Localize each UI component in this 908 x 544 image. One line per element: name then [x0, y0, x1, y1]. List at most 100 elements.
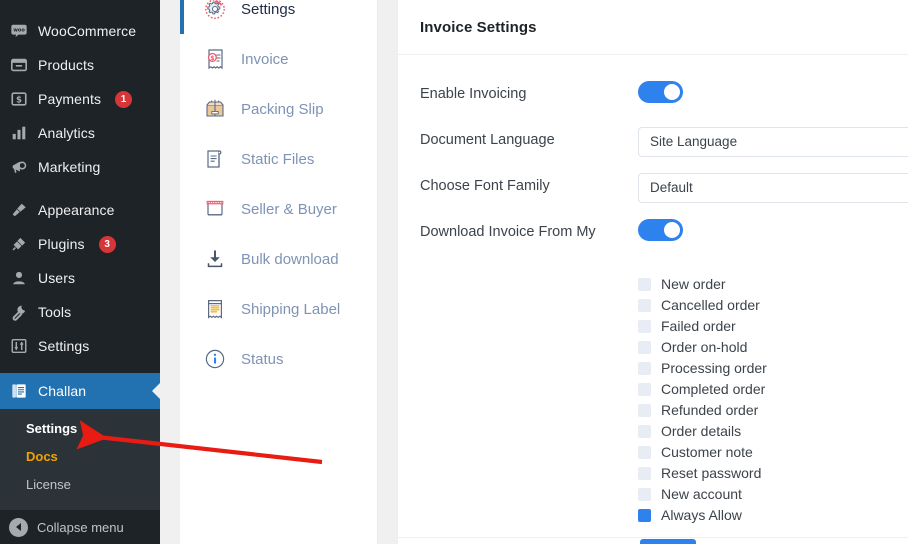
checkbox-label: Failed order: [661, 318, 736, 334]
tab-shipping-label[interactable]: Shipping Label: [180, 284, 377, 334]
checkbox-row[interactable]: Order details: [638, 421, 908, 442]
save-changes-button[interactable]: [640, 539, 696, 544]
sidebar-item-tools[interactable]: Tools: [0, 295, 160, 329]
tab-label: Shipping Label: [241, 300, 341, 318]
checkbox-row[interactable]: New account: [638, 484, 908, 505]
checkbox-label: Order details: [661, 423, 742, 439]
checkbox-label: Reset password: [661, 465, 762, 481]
sidebar-item-users[interactable]: Users: [0, 261, 160, 295]
plugins-icon: [9, 234, 29, 254]
sidebar-item-woocommerce[interactable]: woo WooCommerce: [0, 14, 160, 48]
sidebar-badge-plugins: 3: [98, 235, 116, 253]
checkbox-row[interactable]: Customer note: [638, 442, 908, 463]
field-control: [638, 81, 908, 103]
tab-packing-slip[interactable]: Packing Slip: [180, 84, 377, 134]
sidebar-item-label: Marketing: [38, 159, 101, 175]
checkbox-cancelled-order[interactable]: [638, 299, 651, 312]
tab-bulk-download[interactable]: Bulk download: [180, 234, 377, 284]
sidebar-item-label: Analytics: [38, 125, 95, 141]
tools-icon: [9, 302, 29, 322]
field-control: [638, 219, 908, 241]
checkbox-row[interactable]: Always Allow: [638, 505, 908, 526]
submenu-item-settings[interactable]: Settings: [0, 415, 160, 443]
tab-seller-buyer[interactable]: Seller & Buyer: [180, 184, 377, 234]
checkbox-row[interactable]: Order on-hold: [638, 337, 908, 358]
packing-slip-icon: [202, 96, 228, 122]
checkbox-order-on-hold[interactable]: [638, 341, 651, 354]
checkbox-completed-order[interactable]: [638, 383, 651, 396]
checkbox-reset-password[interactable]: [638, 467, 651, 480]
card-body: Enable Invoicing Document Language Site …: [398, 55, 908, 526]
checkbox-customer-note[interactable]: [638, 446, 651, 459]
enable-invoicing-toggle[interactable]: [638, 81, 683, 103]
field-label: Download Invoice From My: [420, 224, 596, 240]
status-info-icon: [202, 346, 228, 372]
field-document-language: Document Language Site Language: [420, 127, 908, 173]
page-title: Invoice Settings: [420, 18, 537, 36]
tab-settings[interactable]: Settings: [180, 0, 377, 34]
field-label: Choose Font Family: [420, 178, 550, 194]
users-icon: [9, 268, 29, 288]
sidebar-item-challan[interactable]: Challan: [0, 373, 160, 409]
sidebar-item-plugins[interactable]: Plugins 3: [0, 227, 160, 261]
svg-text:$: $: [210, 55, 214, 62]
tab-static-files[interactable]: Static Files: [180, 134, 377, 184]
tab-label: Status: [241, 350, 284, 368]
sidebar-item-payments[interactable]: $ Payments 1: [0, 82, 160, 116]
checkbox-row[interactable]: Completed order: [638, 379, 908, 400]
collapse-menu-button[interactable]: Collapse menu: [0, 509, 160, 544]
checkbox-label: New order: [661, 276, 726, 292]
submenu-item-docs[interactable]: Docs: [0, 443, 160, 471]
checkbox-order-details[interactable]: [638, 425, 651, 438]
marketing-icon: [9, 157, 29, 177]
sidebar-item-settings[interactable]: Settings: [0, 329, 160, 363]
field-font-family: Choose Font Family Default: [420, 173, 908, 219]
checkbox-row[interactable]: Processing order: [638, 358, 908, 379]
sidebar-item-marketing[interactable]: Marketing: [0, 150, 160, 184]
collapse-menu-label: Collapse menu: [37, 519, 124, 535]
field-label: Document Language: [420, 132, 555, 148]
shipping-label-icon: [202, 296, 228, 322]
tab-label: Invoice: [241, 50, 289, 68]
tab-label: Settings: [241, 0, 296, 18]
checkbox-list: New order Cancelled order Failed order O…: [638, 274, 908, 526]
static-files-icon: [202, 146, 228, 172]
checkbox-row[interactable]: Failed order: [638, 316, 908, 337]
checkbox-failed-order[interactable]: [638, 320, 651, 333]
checkbox-always-allow[interactable]: [638, 509, 651, 522]
download-invoice-toggle[interactable]: [638, 219, 683, 241]
sidebar-badge-payments: 1: [115, 90, 133, 108]
invoice-settings-card: Invoice Settings Enable Invoicing Docume…: [397, 0, 908, 544]
sidebar-item-products[interactable]: Products: [0, 48, 160, 82]
checkbox-processing-order[interactable]: [638, 362, 651, 375]
sidebar-item-analytics[interactable]: Analytics: [0, 116, 160, 150]
bulk-download-icon: [202, 246, 228, 272]
submenu-item-license[interactable]: License: [0, 471, 160, 499]
font-family-input[interactable]: Default: [638, 173, 908, 203]
checkbox-group-spacer: [420, 259, 638, 262]
sidebar-item-appearance[interactable]: Appearance: [0, 193, 160, 227]
tab-label: Packing Slip: [241, 100, 324, 118]
sidebar-item-label: Tools: [38, 304, 72, 320]
sidebar-item-label: WooCommerce: [38, 23, 137, 39]
checkbox-row[interactable]: Cancelled order: [638, 295, 908, 316]
document-language-input[interactable]: Site Language: [638, 127, 908, 157]
field-control: Site Language: [638, 127, 908, 157]
checkbox-refunded-order[interactable]: [638, 404, 651, 417]
screen-root: woo WooCommerce Products $ Payments 1 An…: [0, 0, 908, 544]
checkbox-row[interactable]: Reset password: [638, 463, 908, 484]
sidebar-item-label: Products: [38, 57, 95, 73]
sidebar-item-label: Plugins: [38, 236, 85, 252]
checkbox-label: Order on-hold: [661, 339, 748, 355]
checkbox-new-account[interactable]: [638, 488, 651, 501]
tab-label: Bulk download: [241, 250, 339, 268]
checkbox-new-order[interactable]: [638, 278, 651, 291]
sidebar-item-label: Payments: [38, 91, 102, 107]
analytics-icon: [9, 123, 29, 143]
tab-status[interactable]: Status: [180, 334, 377, 384]
tab-invoice[interactable]: $ Invoice: [180, 34, 377, 84]
checkbox-label: New account: [661, 486, 742, 502]
checkbox-row[interactable]: Refunded order: [638, 400, 908, 421]
plugin-tab-column: Settings $ Invoice Packing Slip Static F…: [180, 0, 378, 544]
checkbox-row[interactable]: New order: [638, 274, 908, 295]
